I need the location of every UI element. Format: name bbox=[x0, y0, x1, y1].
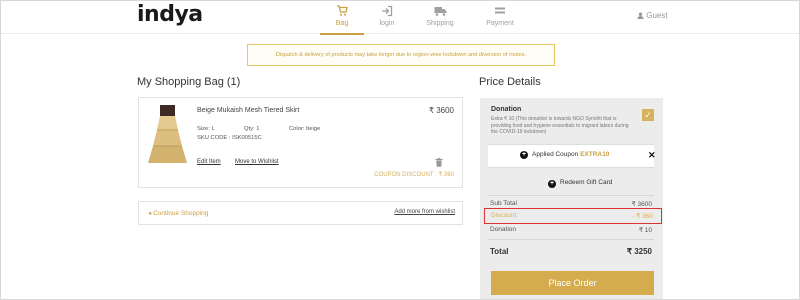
active-indicator bbox=[320, 33, 364, 35]
trash-icon[interactable] bbox=[435, 158, 443, 167]
product-qty[interactable]: Qty: 1 bbox=[244, 126, 259, 132]
bag-item-card: Beige Mukaish Mesh Tiered Skirt ₹ 3600 S… bbox=[138, 97, 463, 188]
price-panel: Donation Extra ₹ 10 (This donation is to… bbox=[480, 98, 663, 299]
divider bbox=[488, 195, 654, 196]
cart-icon bbox=[337, 5, 348, 16]
move-to-wishlist-link[interactable]: Move to Wishlist bbox=[235, 159, 279, 165]
product-color: Color: beige bbox=[289, 126, 321, 132]
nav-step-bag[interactable]: Bag bbox=[320, 5, 364, 35]
user-icon bbox=[637, 12, 644, 19]
nav-step-label: Shipping bbox=[426, 20, 454, 27]
nav-step-label: login bbox=[379, 20, 395, 27]
product-size: Size: L bbox=[197, 126, 215, 132]
subtotal-row: Sub Total ₹ 3600 bbox=[490, 200, 652, 208]
total-row: Total ₹ 3250 bbox=[490, 247, 652, 256]
discount-label: Discount bbox=[491, 212, 517, 219]
nav-step-label: Bag bbox=[335, 20, 349, 27]
donation-row: Donation ₹ 10 bbox=[490, 226, 652, 234]
chevron-left-icon: ◂ bbox=[148, 210, 152, 217]
brand-logo[interactable]: indya bbox=[137, 2, 203, 27]
coupon-prefix: Applied Coupon bbox=[532, 151, 579, 158]
subtotal-label: Sub Total bbox=[490, 200, 517, 207]
price-details-title: Price Details bbox=[479, 76, 541, 88]
donation-box: Donation Extra ₹ 10 (This donation is to… bbox=[488, 104, 654, 146]
truck-icon bbox=[434, 7, 446, 16]
donation-description: Extra ₹ 10 (This donation is towards NGO… bbox=[491, 116, 629, 135]
plus-circle-icon: + bbox=[548, 180, 556, 188]
product-sku: SKU CODE : ISK00515C bbox=[197, 135, 262, 141]
place-order-button[interactable]: Place Order bbox=[491, 271, 654, 295]
total-value: ₹ 3250 bbox=[626, 247, 652, 256]
donation-checkbox[interactable]: ✓ bbox=[642, 109, 654, 121]
nav-step-payment[interactable]: Payment bbox=[478, 5, 522, 27]
donation-row-label: Donation bbox=[490, 226, 517, 233]
coupon-code: EXTRA10 bbox=[580, 151, 610, 158]
nav-step-login[interactable]: login bbox=[365, 5, 409, 27]
gift-card-label: Redeem Gift Card bbox=[560, 179, 613, 186]
edit-item-link[interactable]: Edit Item bbox=[197, 159, 221, 165]
product-price: ₹ 3600 bbox=[428, 106, 454, 115]
applied-coupon-text: Applied Coupon EXTRA10 bbox=[532, 151, 609, 158]
lockdown-notice: Dispatch & delivery of products may take… bbox=[247, 44, 555, 66]
bag-footer: ◂ Continue Shopping Add more from wishli… bbox=[138, 201, 463, 225]
discount-row: Discount - ₹ 360 bbox=[484, 208, 662, 224]
donation-row-value: ₹ 10 bbox=[638, 227, 652, 234]
plus-circle-icon: + bbox=[520, 151, 528, 159]
checkmark-icon: ✓ bbox=[644, 110, 652, 120]
continue-shopping-link[interactable]: ◂ Continue Shopping bbox=[148, 209, 208, 217]
coupon-discount: COUPON DISCOUNT : ₹ 360 bbox=[374, 172, 454, 178]
remove-coupon-icon[interactable]: ✕ bbox=[648, 150, 656, 161]
product-image[interactable] bbox=[147, 105, 189, 165]
guest-label: Guest bbox=[646, 11, 668, 20]
login-icon bbox=[382, 5, 393, 17]
redeem-gift-card-button[interactable]: + Redeem Gift Card bbox=[488, 174, 654, 192]
header: indya Bag login Shipping Payment Guest bbox=[1, 1, 799, 35]
add-from-wishlist-link[interactable]: Add more from wishlist bbox=[394, 209, 455, 215]
payment-icon bbox=[495, 7, 505, 14]
bag-title: My Shopping Bag (1) bbox=[137, 76, 241, 88]
subtotal-value: ₹ 3600 bbox=[631, 201, 652, 208]
page-frame: indya Bag login Shipping Payment Guest D… bbox=[0, 0, 800, 300]
product-name[interactable]: Beige Mukaish Mesh Tiered Skirt bbox=[197, 107, 299, 114]
donation-label: Donation bbox=[491, 106, 522, 113]
applied-coupon-row: + Applied Coupon EXTRA10 ✕ bbox=[488, 144, 656, 168]
discount-value: - ₹ 360 bbox=[632, 213, 653, 220]
total-label: Total bbox=[490, 247, 509, 256]
nav-step-label: Payment bbox=[486, 20, 514, 27]
guest-account[interactable]: Guest bbox=[637, 11, 668, 20]
divider bbox=[488, 239, 654, 240]
nav-step-shipping[interactable]: Shipping bbox=[418, 5, 462, 27]
continue-shopping-label: Continue Shopping bbox=[153, 210, 209, 217]
